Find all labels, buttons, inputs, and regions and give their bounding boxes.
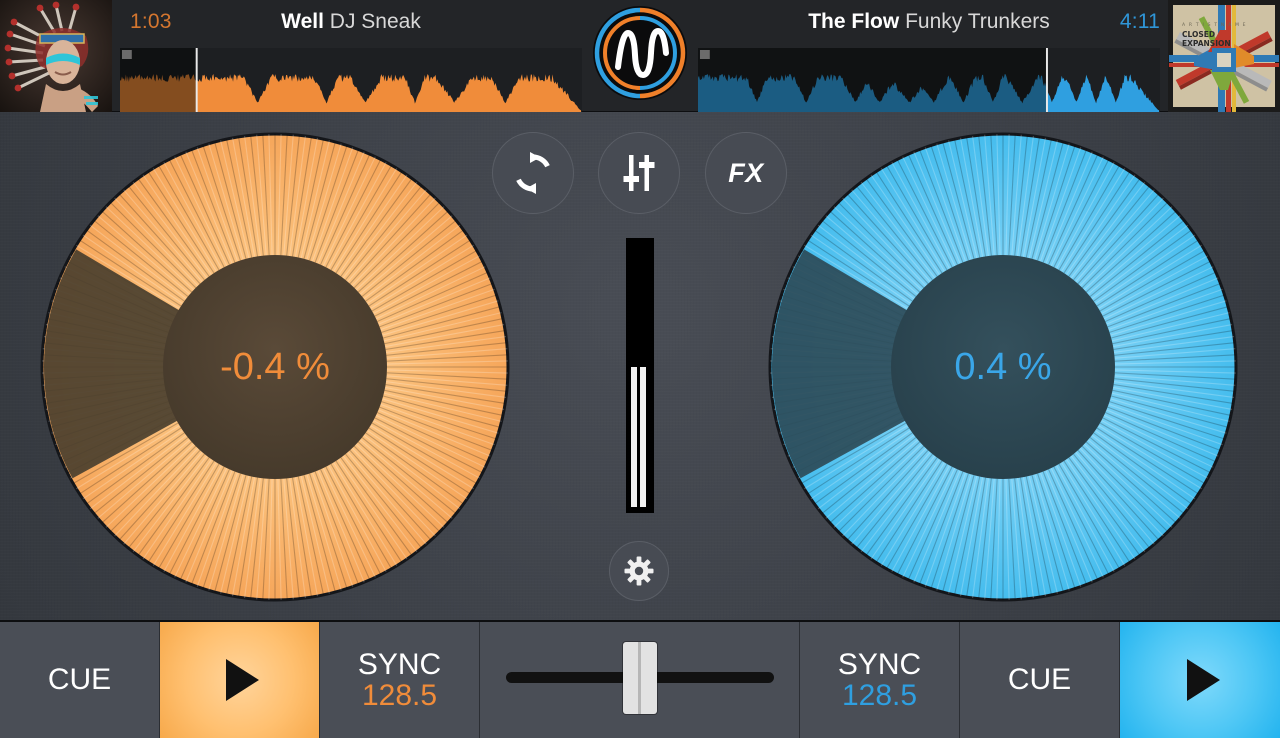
album-art-left-image	[0, 0, 112, 112]
deck-header-right: The Flow Funky Trunkers 4:11	[690, 0, 1168, 112]
album-art-right-subtitle: EXPANSION	[1182, 39, 1231, 48]
track-artist-left: DJ Sneak	[329, 10, 421, 33]
cue-label-right: CUE	[1007, 663, 1072, 697]
gear-icon	[624, 556, 654, 586]
elapsed-time-right: 4:11	[1119, 10, 1160, 33]
track-info-left: Well DJ Sneak	[112, 10, 590, 34]
sync-label-right: SYNC	[837, 647, 922, 681]
fx-button-label: FX	[728, 157, 764, 188]
cue-button-right[interactable]: CUE	[960, 622, 1120, 738]
jog-wheel-left[interactable]: -0.4 %	[40, 132, 510, 602]
album-art-left[interactable]	[0, 0, 112, 112]
sync-button-left[interactable]: SYNC 128.5	[320, 622, 480, 738]
eq-sliders-icon	[623, 155, 655, 191]
track-info-right: The Flow Funky Trunkers	[690, 10, 1168, 34]
transport-bar: CUE SYNC 128.5 SYNC 128.5 CUE	[0, 620, 1280, 738]
crossfader[interactable]	[480, 622, 800, 738]
bpm-value-left: 128.5	[361, 679, 438, 712]
track-title-left: Well	[281, 10, 324, 33]
track-title-right: The Flow	[808, 10, 900, 33]
play-button-right[interactable]	[1120, 622, 1280, 738]
waveform-right-svg	[698, 48, 1160, 112]
settings-button[interactable]	[609, 541, 669, 601]
jog-wheel-right[interactable]: 0.4 %	[768, 132, 1238, 602]
waveform-right[interactable]	[698, 48, 1160, 112]
album-art-right-image: A R T I S T N A M E CLOSED EXPANSION	[1168, 0, 1280, 112]
album-art-right-title: CLOSED	[1182, 30, 1215, 39]
center-vertical-fader[interactable]	[626, 238, 654, 513]
sync-button-right[interactable]: SYNC 128.5	[800, 622, 960, 738]
cue-button-left[interactable]: CUE	[0, 622, 160, 738]
track-artist-right: Funky Trunkers	[905, 10, 1050, 33]
loop-repeat-icon	[516, 152, 550, 194]
play-button-left[interactable]	[160, 622, 320, 738]
jog-wheel-left-svg	[40, 132, 510, 602]
album-art-right[interactable]: A R T I S T N A M E CLOSED EXPANSION	[1168, 0, 1280, 112]
play-triangle-icon-left	[226, 659, 259, 701]
waveform-logo-svg	[593, 6, 687, 100]
deck-header-left: Well DJ Sneak 1:03	[112, 0, 590, 112]
fx-button[interactable]: FX	[705, 132, 787, 214]
deck-stage: -0.4 % FX 0.4 %	[0, 112, 1280, 620]
bpm-value-right: 128.5	[841, 679, 918, 712]
top-track-bar: Well DJ Sneak 1:03 The Flow Funky Trunke…	[0, 0, 1280, 112]
loop-button[interactable]	[492, 132, 574, 214]
play-triangle-icon-right	[1186, 659, 1220, 701]
elapsed-time-left: 1:03	[130, 10, 172, 33]
fader-bar-1	[631, 367, 637, 507]
eq-button[interactable]	[598, 132, 680, 214]
waveform-logo[interactable]	[592, 5, 688, 101]
center-vertical-fader-handle[interactable]	[631, 367, 649, 507]
cue-label-left: CUE	[47, 663, 112, 697]
waveform-left[interactable]	[120, 48, 582, 112]
crossfader-handle[interactable]	[623, 642, 657, 714]
sync-label-left: SYNC	[357, 647, 442, 681]
jog-wheel-right-svg	[768, 132, 1238, 602]
waveform-left-svg	[120, 48, 582, 112]
svg-text:A R T I S T N A M E: A R T I S T N A M E	[1182, 22, 1247, 28]
fader-bar-2	[640, 367, 646, 507]
